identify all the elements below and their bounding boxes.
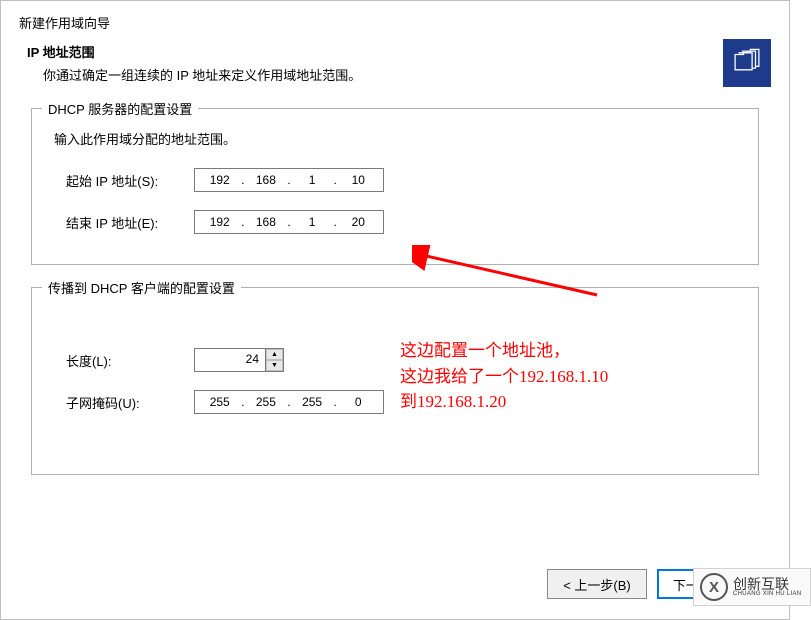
wizard-header: 新建作用域向导 IP 地址范围 你通过确定一组连续的 IP 地址来定义作用域地址… [1,1,789,98]
ip-octet[interactable]: 1 [296,215,328,229]
length-row: 长度(L): 24 ▲ ▼ [54,348,736,372]
mask-input[interactable]: 255 . 255 . 255 . 0 [194,390,384,414]
section-subtitle: 你通过确定一组连续的 IP 地址来定义作用域地址范围。 [19,65,771,84]
ip-dot: . [241,215,244,229]
mask-row: 子网掩码(U): 255 . 255 . 255 . 0 [54,390,736,414]
ip-octet[interactable]: 20 [342,215,374,229]
section-title: IP 地址范围 [19,42,771,61]
logo-mark: X [700,573,728,601]
logo-text-wrap: 创新互联 CHUANG XIN HU LIAN [733,577,801,597]
ip-dot: . [241,395,244,409]
ip-octet[interactable]: 168 [250,173,282,187]
length-label: 长度(L): [54,351,194,370]
wizard-window: 新建作用域向导 IP 地址范围 你通过确定一组连续的 IP 地址来定义作用域地址… [0,0,790,620]
dhcp-client-fieldset: 传播到 DHCP 客户端的配置设置 长度(L): 24 ▲ ▼ 子网掩码(U):… [31,287,759,475]
ip-octet[interactable]: 255 [250,395,282,409]
length-input[interactable]: 24 [194,348,266,372]
length-spinner[interactable]: 24 ▲ ▼ [194,348,284,372]
brand-logo: X 创新互联 CHUANG XIN HU LIAN [693,568,811,606]
dhcp-client-legend: 传播到 DHCP 客户端的配置设置 [42,278,241,297]
mask-label: 子网掩码(U): [54,393,194,412]
ip-octet[interactable]: 10 [342,173,374,187]
ip-dot: . [287,215,290,229]
files-icon [730,46,764,80]
end-ip-input[interactable]: 192 . 168 . 1 . 20 [194,210,384,234]
spinner-buttons: ▲ ▼ [266,348,284,372]
start-ip-label: 起始 IP 地址(S): [54,171,194,190]
logo-text-bottom: CHUANG XIN HU LIAN [733,591,801,597]
start-ip-input[interactable]: 192 . 168 . 1 . 10 [194,168,384,192]
ip-dot: . [334,215,337,229]
ip-dot: . [334,173,337,187]
dhcp-server-fieldset: DHCP 服务器的配置设置 输入此作用域分配的地址范围。 起始 IP 地址(S)… [31,108,759,265]
logo-text-top: 创新互联 [733,577,801,591]
ip-dot: . [287,173,290,187]
ip-octet[interactable]: 168 [250,215,282,229]
spinner-down-button[interactable]: ▼ [266,360,283,371]
end-ip-row: 结束 IP 地址(E): 192 . 168 . 1 . 20 [54,210,736,234]
content-area: DHCP 服务器的配置设置 输入此作用域分配的地址范围。 起始 IP 地址(S)… [1,98,789,507]
ip-octet[interactable]: 1 [296,173,328,187]
ip-octet[interactable]: 192 [204,173,236,187]
ip-octet[interactable]: 0 [342,395,374,409]
dhcp-server-legend: DHCP 服务器的配置设置 [42,99,198,118]
wizard-icon [723,39,771,87]
ip-octet[interactable]: 192 [204,215,236,229]
back-button[interactable]: < 上一步(B) [547,569,647,599]
dhcp-server-description: 输入此作用域分配的地址范围。 [54,129,736,148]
ip-dot: . [334,395,337,409]
end-ip-label: 结束 IP 地址(E): [54,213,194,232]
spinner-up-button[interactable]: ▲ [266,349,283,360]
ip-dot: . [241,173,244,187]
ip-octet[interactable]: 255 [204,395,236,409]
start-ip-row: 起始 IP 地址(S): 192 . 168 . 1 . 10 [54,168,736,192]
ip-dot: . [287,395,290,409]
ip-octet[interactable]: 255 [296,395,328,409]
wizard-title: 新建作用域向导 [19,13,771,32]
